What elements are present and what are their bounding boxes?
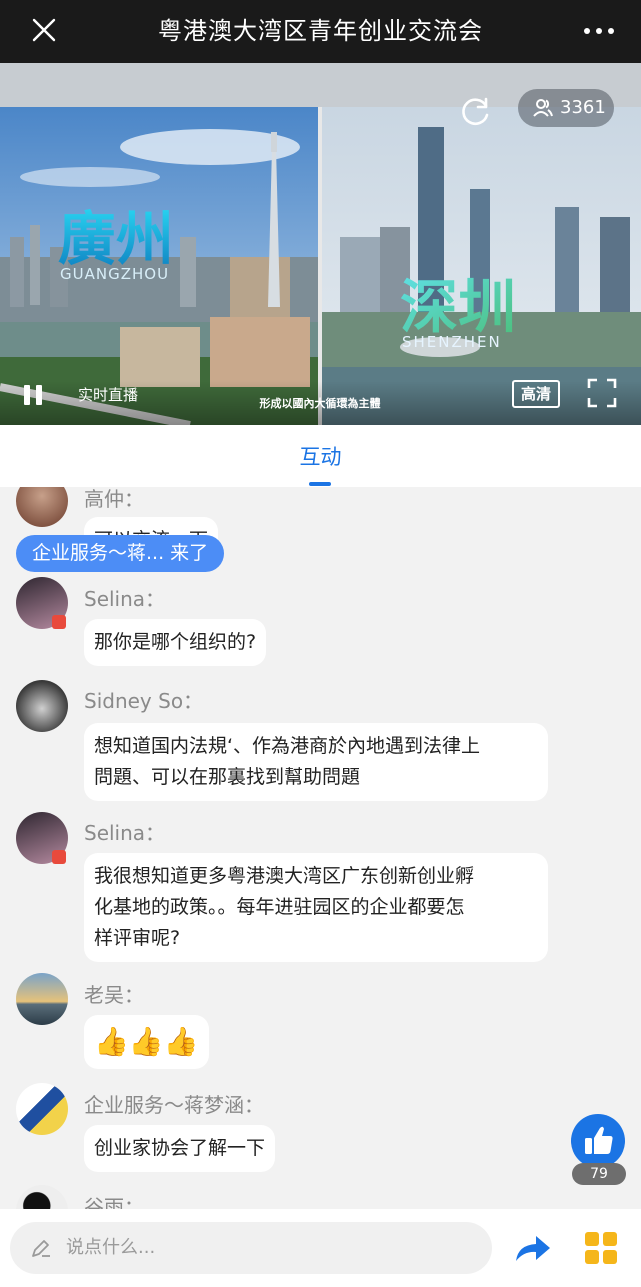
- video-frame: 廣州 GUANGZHOU 深圳 SHENZHEN: [0, 107, 641, 425]
- chat-list[interactable]: 高仲： 可以交流一下 企业服务～蒋... 来了 Selina： 那你是哪个组织的…: [0, 487, 641, 1209]
- right-city-name: 深圳: [400, 273, 516, 341]
- chat-username: Selina：: [84, 587, 166, 611]
- avatar-badge: [52, 615, 66, 629]
- viewers-icon: [532, 97, 554, 119]
- like-button[interactable]: [571, 1114, 625, 1168]
- chat-username: Sidney So：: [84, 689, 204, 713]
- title-bar: 粤港澳大湾区青年创业交流会: [0, 0, 641, 63]
- chat-bubble-line: 我很想知道更多粤港澳大湾区广东创新创业孵: [94, 865, 475, 887]
- comment-input[interactable]: 说点什么...: [10, 1222, 492, 1274]
- live-label: 实时直播: [78, 386, 139, 404]
- chat-username: 老吴：: [84, 983, 144, 1007]
- left-city-name: 廣州: [58, 205, 174, 273]
- chat-username: 谷雨：: [84, 1195, 144, 1209]
- chat-username: 企业服务～蒋梦涵：: [84, 1093, 264, 1117]
- live-video-player[interactable]: 廣州 GUANGZHOU 深圳 SHENZHEN 3361 实时直播 形成以國內…: [0, 63, 641, 425]
- tab-interaction[interactable]: 互动: [0, 441, 641, 471]
- chat-bubble-line: 化基地的政策。。每年进驻园区的企业都要怎: [94, 896, 465, 918]
- chat-bubble: 想知道国内法規‘、作為港商於內地遇到法律上 問題、可以在那裏找到幫助問題: [84, 723, 548, 801]
- thumbs-up-icon: [585, 1126, 613, 1154]
- page-title: 粤港澳大湾区青年创业交流会: [158, 17, 483, 45]
- hd-quality-button[interactable]: 高清: [512, 380, 560, 408]
- chat-bubble-line: 問題、可以在那裏找到幫助問題: [94, 766, 361, 788]
- chat-bubble-line: 想知道国内法規‘、作為港商於內地遇到法律上: [94, 735, 481, 757]
- chat-bubble: 那你是哪个组织的?: [84, 619, 267, 666]
- refresh-icon[interactable]: [456, 93, 494, 131]
- close-icon[interactable]: [28, 14, 60, 46]
- viewer-count: 3361: [560, 97, 606, 118]
- pause-icon[interactable]: [22, 385, 46, 411]
- tab-indicator: [309, 482, 331, 486]
- left-city-roman: GUANGZHOU: [60, 265, 169, 283]
- avatar[interactable]: [16, 973, 68, 1025]
- video-caption: 形成以國內大循環為主體: [259, 397, 381, 410]
- comment-placeholder: 说点什么...: [66, 1237, 156, 1258]
- chat-username: Selina：: [84, 821, 166, 845]
- share-icon[interactable]: [512, 1231, 552, 1265]
- avatar[interactable]: [16, 680, 68, 732]
- right-city-roman: SHENZHEN: [402, 333, 502, 351]
- chat-bubble: 创业家协会了解一下: [84, 1125, 276, 1172]
- avatar[interactable]: [16, 487, 68, 527]
- chat-username: 高仲：: [84, 487, 144, 511]
- avatar[interactable]: [16, 1185, 68, 1209]
- viewer-count-badge: 3361: [518, 89, 614, 127]
- like-count: 79: [572, 1163, 626, 1185]
- avatar[interactable]: [16, 1083, 68, 1135]
- chat-bubble: 👍👍👍: [84, 1015, 209, 1069]
- fullscreen-icon[interactable]: [586, 377, 618, 409]
- join-notice: 企业服务～蒋... 来了: [16, 535, 225, 572]
- chat-bubble-line: 样评审呢?: [94, 927, 181, 949]
- tab-bar: 互动: [0, 425, 641, 487]
- pen-icon: [30, 1237, 52, 1259]
- bottom-bar: 说点什么...: [0, 1209, 641, 1287]
- chat-bubble: 我很想知道更多粤港澳大湾区广东创新创业孵 化基地的政策。。每年进驻园区的企业都要…: [84, 853, 548, 962]
- more-icon[interactable]: [581, 16, 617, 46]
- apps-icon[interactable]: [584, 1231, 618, 1265]
- avatar-badge: [52, 850, 66, 864]
